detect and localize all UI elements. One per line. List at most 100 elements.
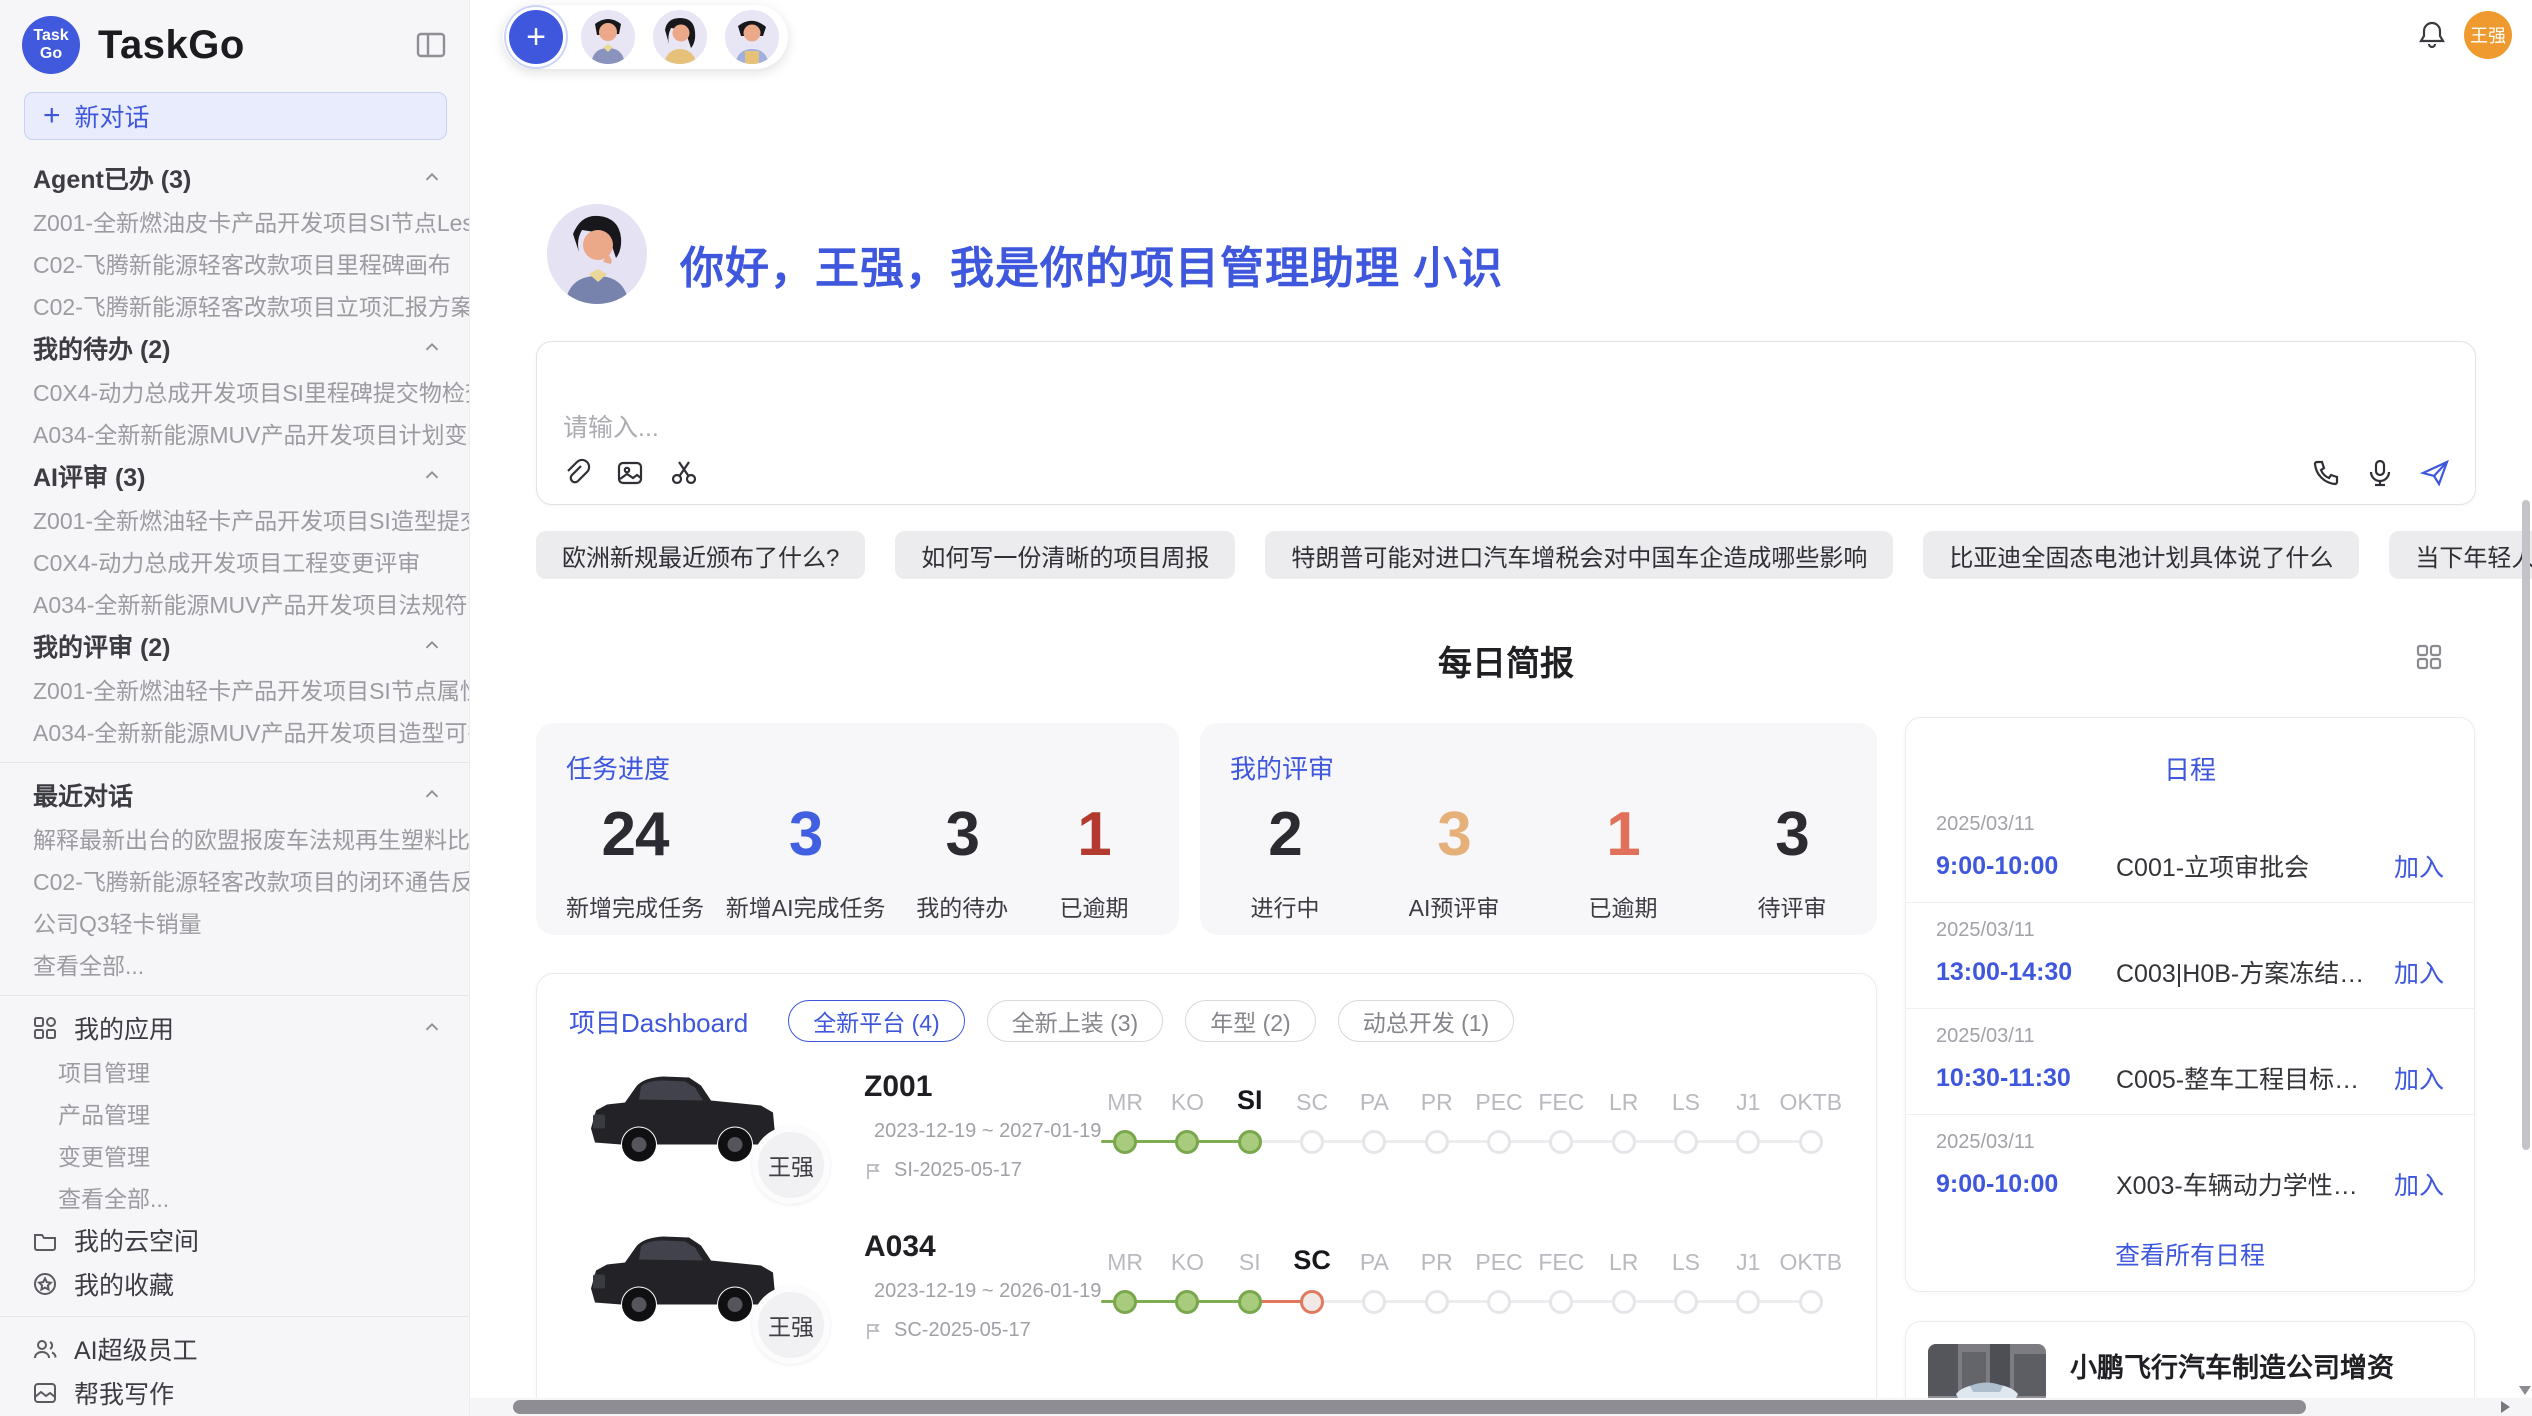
scroll-right-arrow[interactable] — [2501, 1401, 2510, 1413]
scroll-down-arrow[interactable] — [2519, 1386, 2531, 1395]
schedule-date: 2025/03/11 — [1936, 1025, 2444, 1048]
my-review-title: 我的评审 — [1230, 749, 1334, 786]
sidebar-item[interactable]: 查看全部... — [0, 943, 469, 985]
sidebar-item-cloud-space[interactable]: 我的云空间 — [0, 1218, 469, 1262]
sidebar-section-title[interactable]: 我的待办 (2) — [0, 326, 469, 370]
sidebar-item[interactable]: A034-全新新能源MUV产品开发项目造型可行性评审 — [0, 710, 469, 752]
vertical-scrollbar-thumb[interactable] — [2522, 500, 2530, 1150]
send-icon[interactable] — [2419, 458, 2451, 488]
star-badge-icon — [32, 1271, 58, 1297]
my-apps-label: 我的应用 — [74, 1010, 174, 1046]
layout-grid-icon[interactable] — [2414, 642, 2444, 672]
daily-briefing-title: 每日简报 — [536, 636, 2476, 685]
join-button[interactable]: 加入 — [2394, 848, 2444, 884]
sidebar-app-item[interactable]: 产品管理 — [0, 1092, 469, 1134]
image-upload-icon[interactable] — [615, 458, 645, 488]
dashboard-tab[interactable]: 全新上装 (3) — [987, 1000, 1164, 1042]
suggestion-chip[interactable]: 特朗普可能对进口汽车增税会对中国车企造成哪些影响 — [1265, 531, 1893, 579]
milestone-dot — [1113, 1130, 1137, 1154]
join-button[interactable]: 加入 — [2394, 1166, 2444, 1202]
sidebar-app-item[interactable]: 查看全部... — [0, 1176, 469, 1218]
users-icon — [32, 1336, 58, 1362]
attachment-icon[interactable] — [561, 458, 591, 488]
project-row-z001[interactable]: 王强 Z001 2023-12-19 ~ 2027-01-19 SI-2025-… — [581, 1050, 1856, 1210]
microphone-icon[interactable] — [2365, 458, 2395, 488]
schedule-item[interactable]: 2025/03/119:00-10:00X003-车辆动力学性能验...加入 — [1906, 1115, 2474, 1220]
scissors-icon[interactable] — [669, 458, 699, 488]
dashboard-tab[interactable]: 年型 (2) — [1185, 1000, 1316, 1042]
user-avatar[interactable]: 王强 — [2464, 11, 2512, 59]
schedule-card: 日程 2025/03/119:00-10:00C001-立项审批会加入2025/… — [1905, 717, 2475, 1292]
milestone-dot — [1425, 1290, 1449, 1314]
milestone-si: SI — [1219, 1210, 1281, 1314]
schedule-time: 9:00-10:00 — [1936, 1170, 2116, 1199]
sidebar-item-write-helper[interactable]: 帮我写作 — [0, 1371, 469, 1415]
sidebar-section-title[interactable]: AI评审 (3) — [0, 454, 469, 498]
milestone-dot — [1549, 1290, 1573, 1314]
sidebar-item[interactable]: 解释最新出台的欧盟报废车法规再生塑料比例被调至15%... — [0, 817, 469, 859]
milestone-dot — [1300, 1130, 1324, 1154]
project-owner-badge: 王强 — [752, 1126, 830, 1204]
suggestion-chip[interactable]: 欧洲新规最近颁布了什么? — [536, 531, 865, 579]
sidebar-section-title[interactable]: 最近对话 — [0, 773, 469, 817]
phone-call-icon[interactable] — [2311, 458, 2341, 488]
sidebar-item[interactable]: A034-全新新能源MUV产品开发项目计划变更表编写 — [0, 412, 469, 454]
sidebar-item[interactable]: C02-飞腾新能源轻客改款项目里程碑画布 — [0, 242, 469, 284]
project-flag: SI-2025-05-17 — [864, 1159, 1094, 1182]
sidebar-collapse-icon[interactable] — [415, 30, 447, 60]
agent-avatar-1[interactable] — [581, 10, 635, 64]
horizontal-scrollbar-thumb[interactable] — [513, 1400, 2306, 1414]
stat: 3我的待办 — [907, 801, 1017, 923]
sidebar-app-item[interactable]: 变更管理 — [0, 1134, 469, 1176]
schedule-title: 日程 — [1906, 750, 2474, 787]
milestone-sc: SC — [1281, 1210, 1343, 1314]
schedule-list: 2025/03/119:00-10:00C001-立项审批会加入2025/03/… — [1906, 797, 2474, 1220]
join-button[interactable]: 加入 — [2394, 954, 2444, 990]
new-chat-button[interactable]: + 新对话 — [24, 92, 447, 140]
sidebar-item-my-apps[interactable]: 我的应用 — [0, 1006, 469, 1050]
sidebar-item[interactable]: Z001-全新燃油轻卡产品开发项目SI造型提交物评审 — [0, 498, 469, 540]
sidebar-section-title[interactable]: Agent已办 (3) — [0, 156, 469, 200]
project-info: A034 2023-12-19 ~ 2026-01-19 SC-2025-05-… — [806, 1210, 1094, 1370]
schedule-item[interactable]: 2025/03/1110:30-11:30C005-整车工程目标评审加入 — [1906, 1009, 2474, 1115]
schedule-item[interactable]: 2025/03/119:00-10:00C001-立项审批会加入 — [1906, 797, 2474, 903]
stat: 3AI预评审 — [1399, 801, 1509, 923]
chat-input-card: 请输入... — [536, 341, 2476, 505]
dashboard-tab[interactable]: 动总开发 (1) — [1338, 1000, 1515, 1042]
project-row-a034[interactable]: 王强 A034 2023-12-19 ~ 2026-01-19 SC-2025-… — [581, 1210, 1856, 1370]
join-button[interactable]: 加入 — [2394, 1060, 2444, 1096]
chat-input[interactable]: 请输入... — [563, 408, 659, 444]
sidebar-item[interactable]: C02-飞腾新能源轻客改款项目立项汇报方案 — [0, 284, 469, 326]
milestone-lr: LR — [1593, 1210, 1655, 1314]
sidebar-item[interactable]: Z001-全新燃油轻卡产品开发项目SI节点属性5D文件评审 — [0, 668, 469, 710]
sidebar-section-title[interactable]: 我的评审 (2) — [0, 624, 469, 668]
suggestion-chip[interactable]: 当下年轻人对汽车外观有怎样的喜好趋势 — [2389, 531, 2532, 579]
sidebar-item-favorites[interactable]: 我的收藏 — [0, 1262, 469, 1306]
agent-avatar-2[interactable] — [653, 10, 707, 64]
add-agent-button[interactable]: + — [509, 10, 563, 64]
milestone-pa: PA — [1343, 1050, 1405, 1154]
sidebar-app-item[interactable]: 项目管理 — [0, 1050, 469, 1092]
milestone-dot — [1612, 1290, 1636, 1314]
stat: 1已逾期 — [1568, 801, 1678, 923]
sidebar-item[interactable]: C0X4-动力总成开发项目工程变更评审 — [0, 540, 469, 582]
agent-avatar-3[interactable] — [725, 10, 779, 64]
stat: 3新增AI完成任务 — [726, 801, 886, 923]
sidebar-item-ai-staff[interactable]: AI超级员工 — [0, 1327, 469, 1371]
notification-bell-icon[interactable] — [2417, 19, 2447, 51]
dashboard-tab[interactable]: 全新平台 (4) — [788, 1000, 965, 1042]
sidebar-item[interactable]: C0X4-动力总成开发项目SI里程碑提交物检查 — [0, 370, 469, 412]
sidebar-item[interactable]: C02-飞腾新能源轻客改款项目的闭环通告反馈情况 — [0, 859, 469, 901]
schedule-item[interactable]: 2025/03/1113:00-14:30C003|H0B-方案冻结评审加入 — [1906, 903, 2474, 1009]
sidebar-item[interactable]: A034-全新新能源MUV产品开发项目法规符合性评审 — [0, 582, 469, 624]
suggestion-chip[interactable]: 如何写一份清晰的项目周报 — [895, 531, 1235, 579]
suggestion-chip[interactable]: 比亚迪全固态电池计划具体说了什么 — [1923, 531, 2359, 579]
view-all-schedule-link[interactable]: 查看所有日程 — [1906, 1236, 2474, 1272]
milestone-dot — [1300, 1290, 1324, 1314]
milestone-dot — [1674, 1290, 1698, 1314]
sidebar-item[interactable]: 公司Q3轻卡销量 — [0, 901, 469, 943]
chevron-up-icon — [421, 635, 443, 657]
divider — [0, 762, 469, 763]
sidebar-item[interactable]: Z001-全新燃油皮卡产品开发项目SI节点Lesson Learn报告 — [0, 200, 469, 242]
milestone-j1: J1 — [1717, 1210, 1779, 1314]
